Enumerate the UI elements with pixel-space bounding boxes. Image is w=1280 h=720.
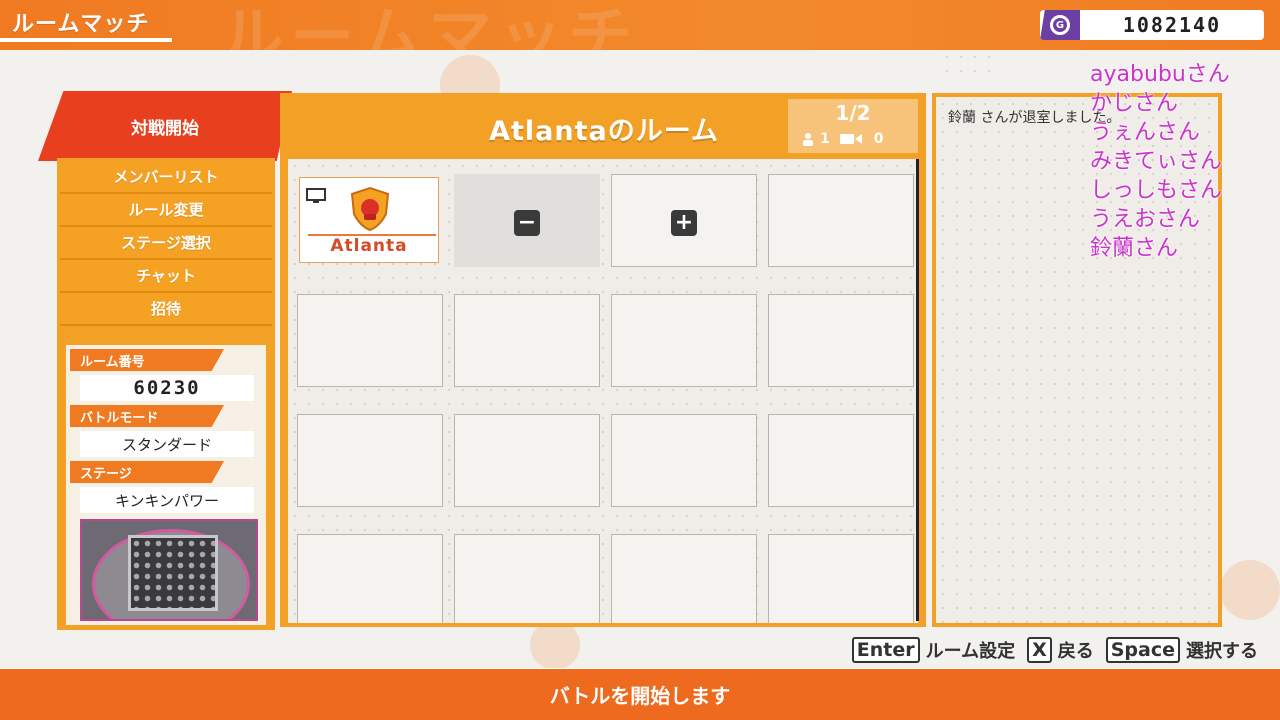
menu-item-chat[interactable]: チャット: [60, 260, 272, 293]
slot-scrollbar[interactable]: [916, 159, 919, 621]
overlay-comment: 鈴蘭さん: [1090, 236, 1179, 261]
empty-slot: [454, 414, 600, 507]
camera-icon: [839, 134, 862, 144]
currency-display: G 1082140: [1040, 10, 1264, 40]
empty-slot: [297, 294, 443, 387]
minus-icon[interactable]: −: [514, 210, 540, 236]
bottom-status-bar: バトルを開始します: [0, 669, 1280, 720]
player-slot-add[interactable]: +: [611, 174, 757, 267]
room-count-box: 1/2 1 0: [788, 99, 918, 153]
overlay-comment: うぇんさん: [1090, 120, 1201, 145]
empty-slot: [297, 534, 443, 623]
coin-badge: G: [1040, 10, 1080, 40]
start-battle-button[interactable]: 対戦開始: [38, 91, 292, 161]
coin-icon: G: [1050, 15, 1070, 35]
empty-slot: [768, 294, 914, 387]
room-stats: 1 0: [802, 131, 884, 147]
x-key[interactable]: X: [1027, 637, 1052, 663]
enter-key[interactable]: Enter: [851, 637, 920, 663]
stage-value: キンキンパワー: [80, 487, 254, 513]
room-title: Atlantaのルーム: [489, 116, 719, 147]
player-name: Atlanta: [330, 236, 408, 256]
background-dots: [940, 50, 1000, 80]
empty-slot: [768, 174, 914, 267]
stage-label: ステージ: [70, 461, 224, 483]
back-hint: 戻る: [1057, 641, 1094, 662]
overlay-comment: しっしもさん: [1090, 178, 1223, 203]
spectator-count: 0: [873, 131, 884, 147]
empty-slot: [454, 294, 600, 387]
background-circle: [1220, 560, 1280, 620]
empty-slot: [768, 414, 914, 507]
stage-arena-grid: [128, 535, 218, 611]
stage-thumbnail: [80, 519, 258, 621]
enter-hint: ルーム設定: [925, 641, 1016, 662]
boxing-shield-emblem: [350, 186, 390, 232]
overlay-comment: みきてぃさん: [1090, 149, 1223, 174]
player-slot-host[interactable]: Atlanta: [299, 177, 439, 263]
empty-slot: [611, 414, 757, 507]
space-key[interactable]: Space: [1105, 637, 1180, 663]
overlay-comment: かじさん: [1090, 91, 1179, 116]
menu-item-rule-change[interactable]: ルール変更: [60, 194, 272, 227]
top-bar: ルームマッチ ルームマッチ G 1082140: [0, 0, 1280, 50]
battle-mode-value: スタンダード: [80, 431, 254, 457]
key-hints: Enter ルーム設定 X 戻る Space 選択する: [851, 637, 1264, 663]
background-circle: [530, 620, 580, 670]
room-number-label: ルーム番号: [70, 349, 224, 371]
room-panel: Atlantaのルーム 1/2 1 0 Atlanta − +: [280, 93, 926, 627]
title-watermark: ルームマッチ: [220, 1, 639, 50]
player-slot-remove[interactable]: −: [454, 174, 600, 267]
empty-slot: [611, 294, 757, 387]
room-occupancy: 1/2: [835, 101, 871, 125]
player-icon: [803, 133, 813, 146]
empty-slot: [297, 414, 443, 507]
player-count: 1: [820, 131, 830, 147]
menu-item-invite[interactable]: 招待: [60, 293, 272, 326]
empty-slot: [768, 534, 914, 623]
page-title: ルームマッチ: [12, 12, 150, 37]
currency-amount: 1082140: [1122, 13, 1222, 37]
room-header: Atlantaのルーム 1/2 1 0: [284, 97, 922, 157]
menu-item-member-list[interactable]: メンバーリスト: [60, 161, 272, 194]
left-menu-panel: メンバーリスト ルール変更 ステージ選択 チャット 招待 ルーム番号 60230…: [57, 158, 275, 630]
room-number-value: 60230: [80, 375, 254, 401]
title-underline: [0, 38, 172, 42]
player-slot-grid: Atlanta − +: [288, 159, 918, 623]
plus-icon[interactable]: +: [671, 210, 697, 236]
room-info-box: ルーム番号 60230 バトルモード スタンダード ステージ キンキンパワー: [66, 345, 266, 625]
menu-list: メンバーリスト ルール変更 ステージ選択 チャット 招待: [60, 161, 272, 326]
monitor-icon: [306, 188, 326, 203]
start-battle-label: 対戦開始: [131, 118, 199, 139]
overlay-comments: ayabubuさん かじさん うぇんさん みきてぃさん しっしもさん うえおさん…: [1090, 60, 1278, 263]
overlay-comment: ayabubuさん: [1090, 62, 1230, 87]
battle-mode-label: バトルモード: [70, 405, 224, 427]
select-hint: 選択する: [1186, 641, 1258, 662]
status-message: バトルを開始します: [549, 684, 731, 708]
empty-slot: [611, 534, 757, 623]
empty-slot: [454, 534, 600, 623]
menu-item-stage-select[interactable]: ステージ選択: [60, 227, 272, 260]
overlay-comment: うえおさん: [1090, 207, 1201, 232]
